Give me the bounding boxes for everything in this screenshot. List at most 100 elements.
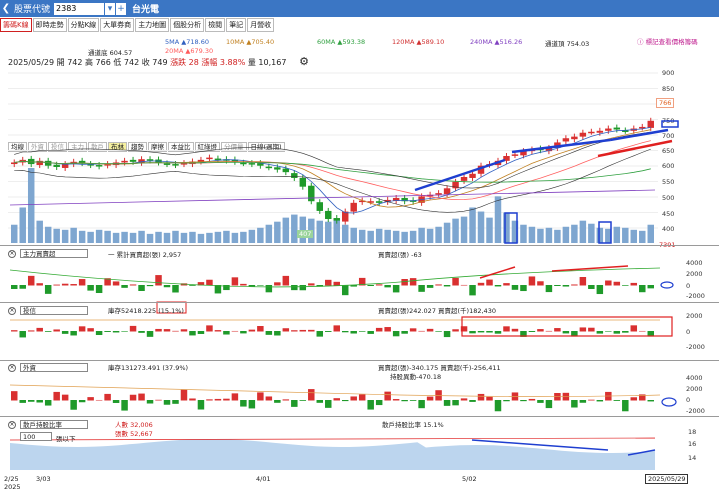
candle [375,201,383,203]
foreign-bar [138,393,145,401]
panel2-close-icon[interactable]: × [8,306,18,315]
foreign-bar [78,400,86,403]
foreign-bar [11,391,18,401]
volume-bar [163,232,171,243]
candle [647,120,654,128]
volume-bar [291,214,298,243]
main-force-bar [341,285,349,296]
trust-bar [358,331,366,332]
trust-bar [265,331,273,335]
foreign-bar [596,400,604,402]
foreign-bar [588,399,595,401]
panel4-select[interactable]: 散戶持股比率 [20,420,88,429]
volume-bar [240,231,247,243]
main-force-bar [554,285,561,286]
volume-bar [282,217,290,243]
trust-bar [206,325,213,332]
trust-bar [605,331,612,332]
panel3-close-icon[interactable]: × [8,363,18,372]
volume-bar [443,222,451,243]
volume-bar [571,224,578,243]
trust-bar [613,331,621,334]
panel3-select[interactable]: 外資 [20,363,88,372]
main-force-bar [163,285,171,288]
foreign-bar [520,400,527,402]
trust-bar [537,329,544,332]
trust-bar [282,328,290,332]
candle [95,165,103,167]
main-force-bar [325,279,332,286]
panel4-legend2: 張數 52,667 [115,430,153,438]
volume-bar [494,196,502,243]
main-force-bar [622,285,629,286]
volume-bar [325,221,332,243]
trust-bar [418,330,425,332]
volume-bar [121,231,128,243]
low-price-tag: 407 [297,230,314,238]
main-force-bar [528,276,536,286]
volume-bar [375,228,383,243]
panel4-close-icon[interactable]: × [8,420,18,429]
panel2-select[interactable]: 投信 [20,306,88,315]
panel4-threshold-select[interactable]: 100 [20,432,52,441]
panel1-select[interactable]: 主力買賣超 [20,249,88,258]
foreign-bar [579,400,587,403]
volume-bar [588,223,595,243]
axis-tick: 4000 [686,374,703,382]
volume-bar [138,230,145,243]
foreign-bar [613,400,621,401]
foreign-bar [409,400,417,401]
candle [443,188,451,195]
trust-bar [104,331,111,332]
trust-bar [19,331,26,338]
main-force-bar [206,279,213,286]
axis-tick: 0 [686,396,691,404]
axis-tick: 0 [686,328,691,336]
candle [44,160,52,166]
main-force-bar [44,285,52,294]
candle [460,177,468,181]
annotation-circle [660,281,674,289]
main-force-bar [155,275,162,286]
trust-bar [112,331,120,333]
volume-bar [36,220,43,243]
foreign-bar [537,400,544,403]
foreign-bar [630,397,638,401]
main-force-bar [562,285,570,287]
main-force-bar [639,285,646,293]
volume-bar [248,229,256,243]
trust-bar [61,331,69,334]
volume-bar [401,231,408,243]
main-force-bar [367,285,374,287]
volume-bar [53,228,60,243]
candle [274,167,281,170]
trust-bar [197,331,205,334]
main-force-bar [460,284,468,286]
main-force-bar [384,285,391,288]
foreign-bar [27,400,35,402]
candle [172,164,179,166]
trust-bar [494,331,502,334]
trust-bar [316,331,324,337]
volume-bar [452,218,459,243]
volume-bar [27,168,35,243]
trust-bar [95,331,103,336]
foreign-bar [53,391,60,401]
axis-tick: 2000 [686,270,703,278]
volume-bar [146,233,154,243]
panel-divider [0,302,719,303]
trust-bar [511,328,519,332]
panel1-legend1: 一 累計買賣超(張) 2,957 [108,251,182,259]
trust-bar [248,329,256,332]
main-force-bar [613,281,621,286]
foreign-bar [443,400,451,406]
foreign-bar [87,397,94,401]
main-force-bar [240,283,247,286]
candle [469,173,476,178]
retail-area [10,439,655,470]
panel2-legend1: 庫存52418.225 (15.1%) [108,307,184,315]
foreign-bar [316,400,324,403]
foreign-bar [308,389,315,401]
panel1-close-icon[interactable]: × [8,249,18,258]
x-label: 5/02 [462,475,477,483]
